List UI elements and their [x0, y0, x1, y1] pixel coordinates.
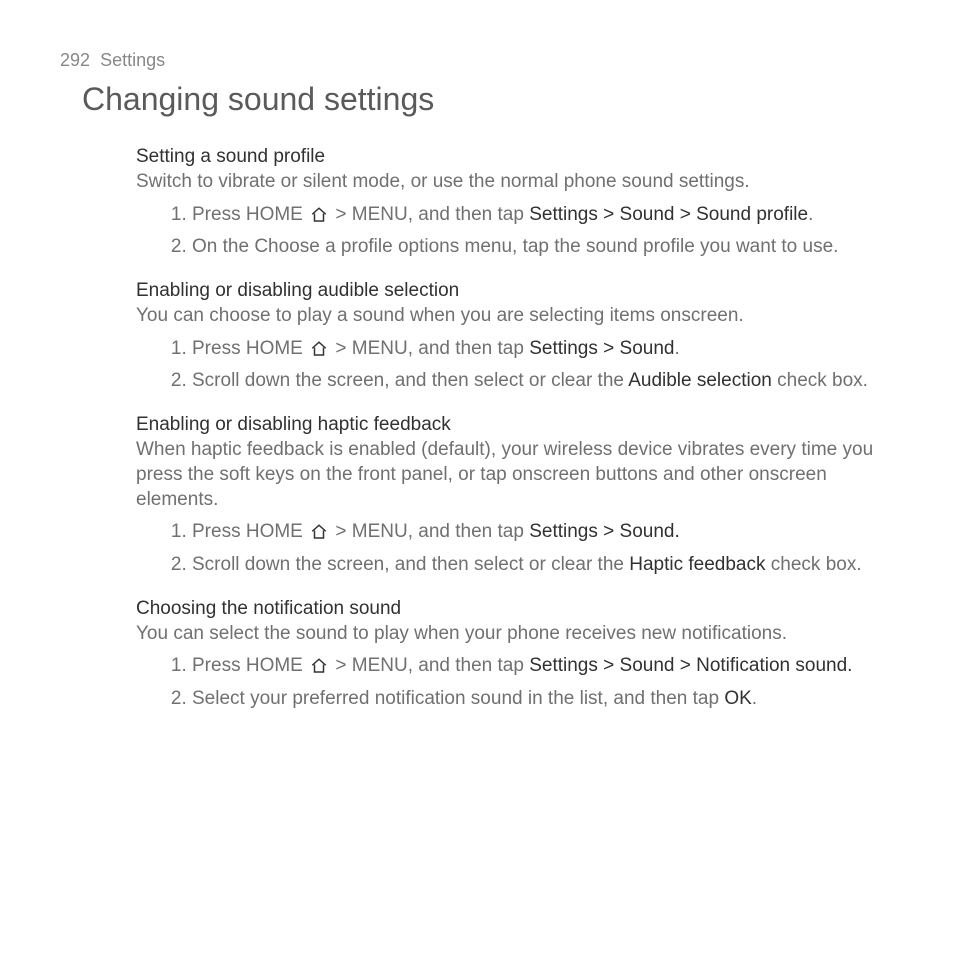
text: Press HOME	[192, 521, 308, 542]
section-sound-profile: Setting a sound profile Switch to vibrat…	[136, 146, 894, 260]
text: Scroll down the screen, and then select …	[192, 370, 628, 391]
text: Press HOME	[192, 338, 308, 359]
text: .	[752, 688, 757, 709]
menu-path: Settings > Sound > Sound profile	[529, 204, 808, 225]
section-notification-sound: Choosing the notification sound You can …	[136, 598, 894, 712]
list-item: Scroll down the screen, and then select …	[192, 369, 894, 394]
option-name: Haptic feedback	[629, 554, 765, 575]
home-icon	[310, 340, 328, 358]
steps-list: Press HOME > MENU, and then tap Settings…	[164, 520, 894, 577]
section-name: Settings	[100, 50, 165, 70]
menu-path: Settings > Sound > Notification sound.	[529, 655, 852, 676]
subheading: Enabling or disabling audible selection	[136, 280, 894, 302]
text: > MENU, and then tap	[330, 655, 529, 676]
text: Scroll down the screen, and then select …	[192, 554, 629, 575]
list-item: Press HOME > MENU, and then tap Settings…	[192, 654, 894, 679]
text: > MENU, and then tap	[330, 204, 529, 225]
list-item: Press HOME > MENU, and then tap Settings…	[192, 520, 894, 545]
text: > MENU, and then tap	[330, 521, 529, 542]
list-item: Select your preferred notification sound…	[192, 687, 894, 712]
text: .	[808, 204, 813, 225]
text: > MENU, and then tap	[330, 338, 529, 359]
text: check box.	[766, 554, 862, 575]
list-item: Press HOME > MENU, and then tap Settings…	[192, 203, 894, 228]
text: Select your preferred notification sound…	[192, 688, 724, 709]
home-icon	[310, 657, 328, 675]
subheading: Enabling or disabling haptic feedback	[136, 414, 894, 436]
text: Press HOME	[192, 655, 308, 676]
intro-text: When haptic feedback is enabled (default…	[136, 438, 894, 512]
subheading: Choosing the notification sound	[136, 598, 894, 620]
list-item: On the Choose a profile options menu, ta…	[192, 235, 894, 260]
list-item: Scroll down the screen, and then select …	[192, 553, 894, 578]
intro-text: You can select the sound to play when yo…	[136, 622, 894, 647]
home-icon	[310, 206, 328, 224]
page-number: 292	[60, 50, 90, 70]
text: check box.	[772, 370, 868, 391]
steps-list: Press HOME > MENU, and then tap Settings…	[164, 203, 894, 260]
intro-text: You can choose to play a sound when you …	[136, 304, 894, 329]
menu-path: Settings > Sound	[529, 338, 674, 359]
manual-page: 292 Settings Changing sound settings Set…	[0, 0, 954, 772]
page-title: Changing sound settings	[82, 81, 894, 118]
section-haptic-feedback: Enabling or disabling haptic feedback Wh…	[136, 414, 894, 577]
subheading: Setting a sound profile	[136, 146, 894, 168]
option-name: Audible selection	[628, 370, 772, 391]
steps-list: Press HOME > MENU, and then tap Settings…	[164, 337, 894, 394]
page-header: 292 Settings	[60, 50, 894, 71]
option-name: OK	[724, 688, 751, 709]
steps-list: Press HOME > MENU, and then tap Settings…	[164, 654, 894, 711]
intro-text: Switch to vibrate or silent mode, or use…	[136, 170, 894, 195]
text: .	[674, 338, 679, 359]
section-audible-selection: Enabling or disabling audible selection …	[136, 280, 894, 394]
menu-path: Settings > Sound.	[529, 521, 680, 542]
list-item: Press HOME > MENU, and then tap Settings…	[192, 337, 894, 362]
home-icon	[310, 523, 328, 541]
text: Press HOME	[192, 204, 308, 225]
